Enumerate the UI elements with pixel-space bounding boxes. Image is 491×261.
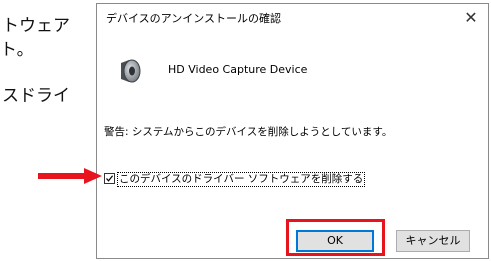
warning-message: 警告: システムからこのデバイスを削除しようとしています。 [104,126,393,138]
checkmark-icon [106,175,114,182]
dialog-title: デバイスのアンインストールの確認 [106,12,282,25]
speaker-icon [117,57,143,85]
dialog-titlebar[interactable]: デバイスのアンインストールの確認 ✕ [97,4,488,32]
ok-button-highlight [286,219,385,256]
close-icon[interactable]: ✕ [460,8,482,28]
delete-driver-checkbox-label[interactable]: このデバイスのドライバー ソフトウェアを削除する [117,172,366,187]
annotation-arrow-icon [38,168,102,184]
device-name: HD Video Capture Device [168,63,308,76]
background-text-line-1: トウェア [2,16,70,36]
background-text-line-2: ト。 [0,40,34,60]
cancel-button[interactable]: キャンセル [396,230,470,252]
delete-driver-checkbox[interactable] [104,173,115,184]
background-text-line-3: スドライ [2,86,70,106]
